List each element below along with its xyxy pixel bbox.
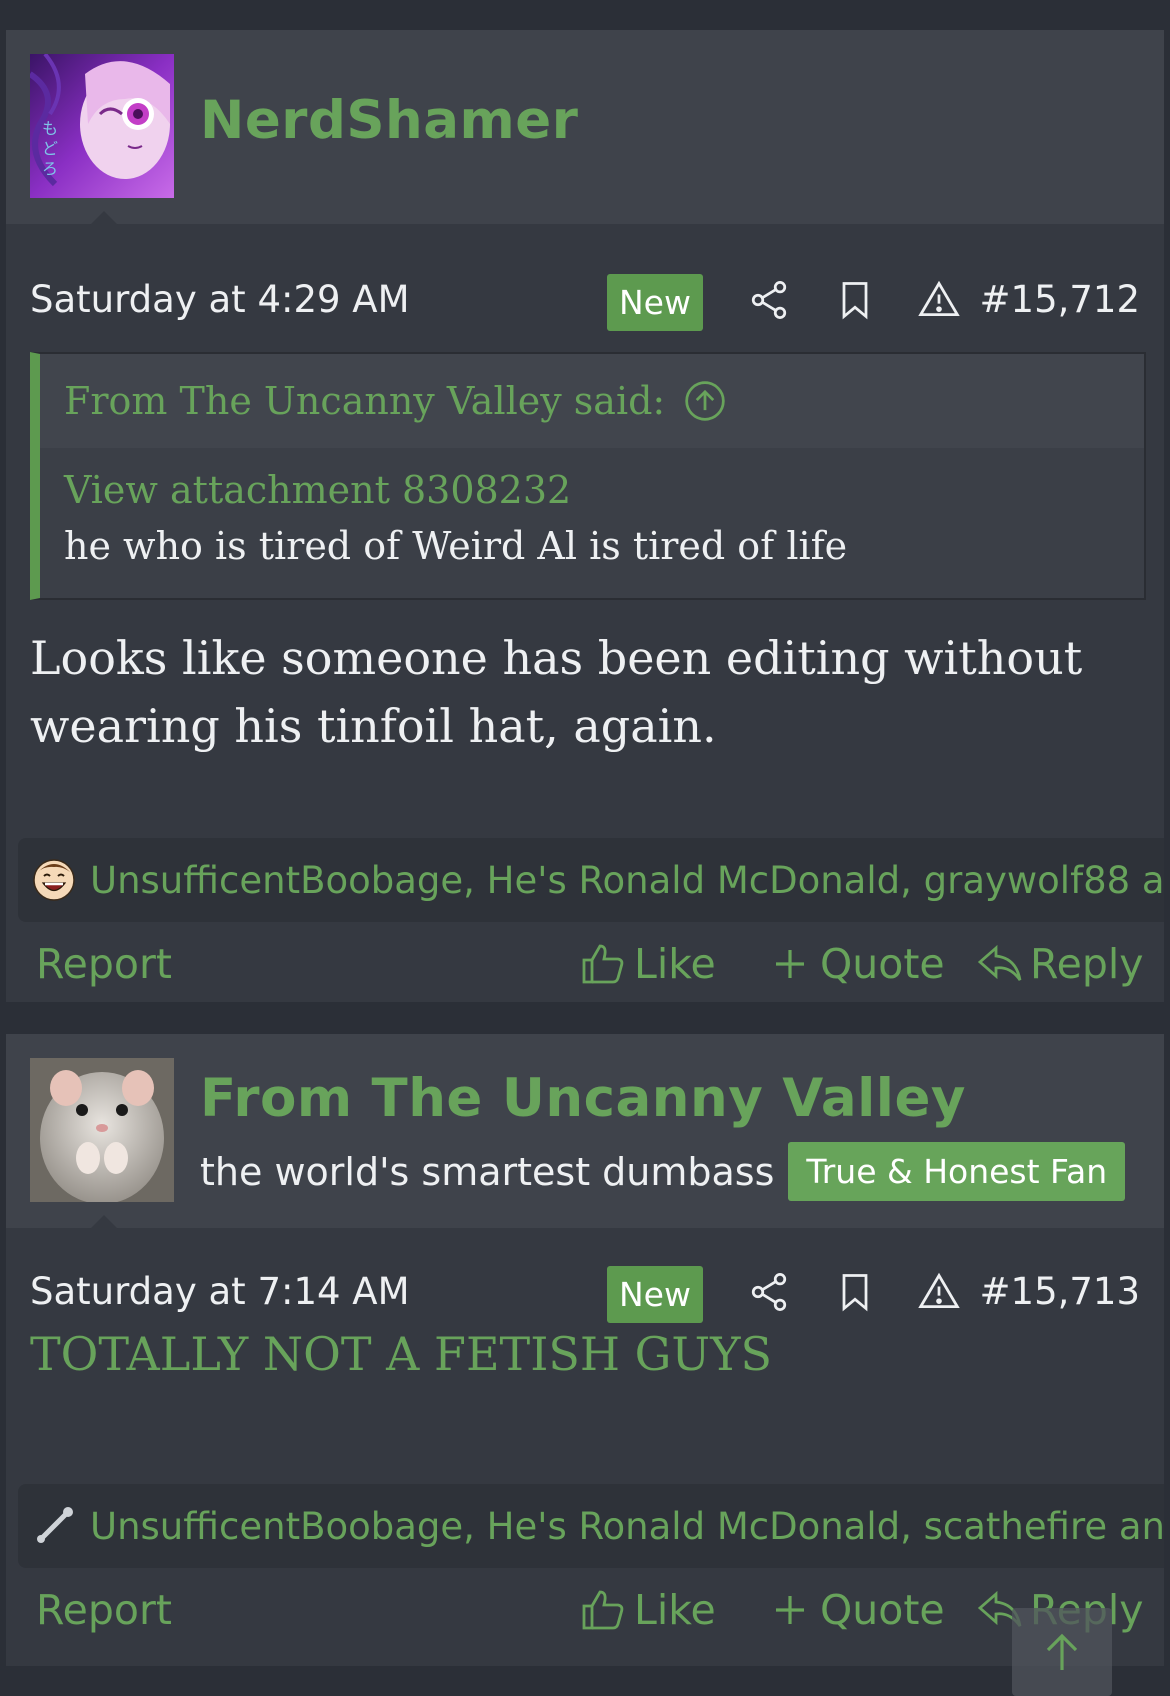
avatar[interactable] — [30, 1058, 174, 1202]
post-user-header: From The Uncanny Valley the world's smar… — [6, 1034, 1164, 1229]
quote-author[interactable]: From The Uncanny Valley said: — [64, 379, 665, 423]
user-title: the world's smartest dumbass — [200, 1149, 775, 1194]
username[interactable]: NerdShamer — [200, 90, 578, 151]
reply-label[interactable]: Reply — [1030, 940, 1144, 988]
warning-icon[interactable] — [917, 278, 961, 322]
plus-icon — [766, 940, 820, 988]
quote-button[interactable]: Quote — [766, 1586, 945, 1634]
user-banner: True & Honest Fan — [788, 1142, 1126, 1201]
avatar-arrow — [90, 211, 118, 225]
scroll-to-top-button[interactable] — [1012, 1608, 1112, 1696]
reactions-bar[interactable]: UnsufficentBoobage, He's Ronald McDonald… — [18, 838, 1164, 922]
warning-icon[interactable] — [917, 1270, 961, 1314]
quote-block: From The Uncanny Valley said: View attac… — [30, 352, 1146, 600]
like-label[interactable]: Like — [634, 1586, 716, 1634]
quote-label[interactable]: Quote — [820, 940, 945, 988]
reactions-bar[interactable]: UnsufficentBoobage, He's Ronald McDonald… — [18, 1484, 1164, 1568]
bookmark-icon[interactable] — [833, 278, 877, 322]
svg-text:ろ: ろ — [42, 159, 58, 178]
reply-button[interactable]: Reply — [976, 940, 1144, 988]
arrow-up-icon — [1038, 1628, 1086, 1676]
post-number[interactable]: #15,712 — [980, 278, 1140, 321]
share-icon[interactable] — [747, 278, 791, 322]
attachment-link[interactable]: View attachment 8308232 — [64, 468, 1120, 512]
post-meta: Saturday at 4:29 AM New #15,712 — [6, 268, 1164, 331]
post-15713: From The Uncanny Valley the world's smar… — [6, 1034, 1164, 1666]
bone-icon — [32, 1504, 76, 1548]
quote-button[interactable]: Quote — [766, 940, 945, 988]
quote-header[interactable]: From The Uncanny Valley said: — [40, 354, 1144, 448]
new-badge: New — [607, 274, 703, 331]
user-title-row: the world's smartest dumbass True & Hone… — [200, 1142, 1126, 1201]
post-number[interactable]: #15,713 — [980, 1270, 1140, 1313]
post-actions: Report Like Quote Reply — [6, 1578, 1164, 1650]
bookmark-icon[interactable] — [833, 1270, 877, 1314]
laughing-face-icon — [32, 858, 76, 902]
thumbs-up-icon — [580, 1586, 634, 1634]
like-button[interactable]: Like — [580, 1586, 716, 1634]
post-15712: も ど ろ NerdShamer Saturday at 4:29 AM New… — [6, 30, 1164, 1002]
thumbs-up-icon — [580, 940, 634, 988]
svg-text:も: も — [42, 119, 58, 138]
avatar[interactable]: も ど ろ — [30, 54, 174, 198]
username[interactable]: From The Uncanny Valley — [200, 1068, 966, 1129]
like-label[interactable]: Like — [634, 940, 716, 988]
report-link[interactable]: Report — [36, 940, 172, 988]
arrow-up-circle-icon[interactable] — [683, 379, 727, 423]
post-message: TOTALLY NOT A FETISH GUYS — [30, 1327, 773, 1381]
new-badge: New — [607, 1266, 703, 1323]
post-message: Looks like someone has been editing with… — [30, 631, 1083, 753]
reply-arrow-icon — [976, 940, 1030, 988]
top-strip — [0, 0, 1170, 30]
plus-icon — [766, 1586, 820, 1634]
report-link[interactable]: Report — [36, 1586, 172, 1634]
share-icon[interactable] — [747, 1270, 791, 1314]
reactions-text[interactable]: UnsufficentBoobage, He's Ronald McDonald… — [90, 1505, 1164, 1548]
post-timestamp[interactable]: Saturday at 7:14 AM — [30, 1270, 410, 1313]
post-timestamp[interactable]: Saturday at 4:29 AM — [30, 278, 410, 321]
svg-text:ど: ど — [42, 139, 58, 158]
avatar-arrow — [90, 1215, 118, 1229]
quote-label[interactable]: Quote — [820, 1586, 945, 1634]
post-meta: Saturday at 7:14 AM New #15,713 — [6, 1260, 1164, 1323]
post-actions: Report Like Quote Reply — [6, 932, 1164, 1002]
reactions-text[interactable]: UnsufficentBoobage, He's Ronald McDonald… — [90, 859, 1164, 902]
post-user-header: も ど ろ NerdShamer — [6, 30, 1164, 225]
like-button[interactable]: Like — [580, 940, 716, 988]
quote-text: he who is tired of Weird Al is tired of … — [64, 524, 848, 568]
